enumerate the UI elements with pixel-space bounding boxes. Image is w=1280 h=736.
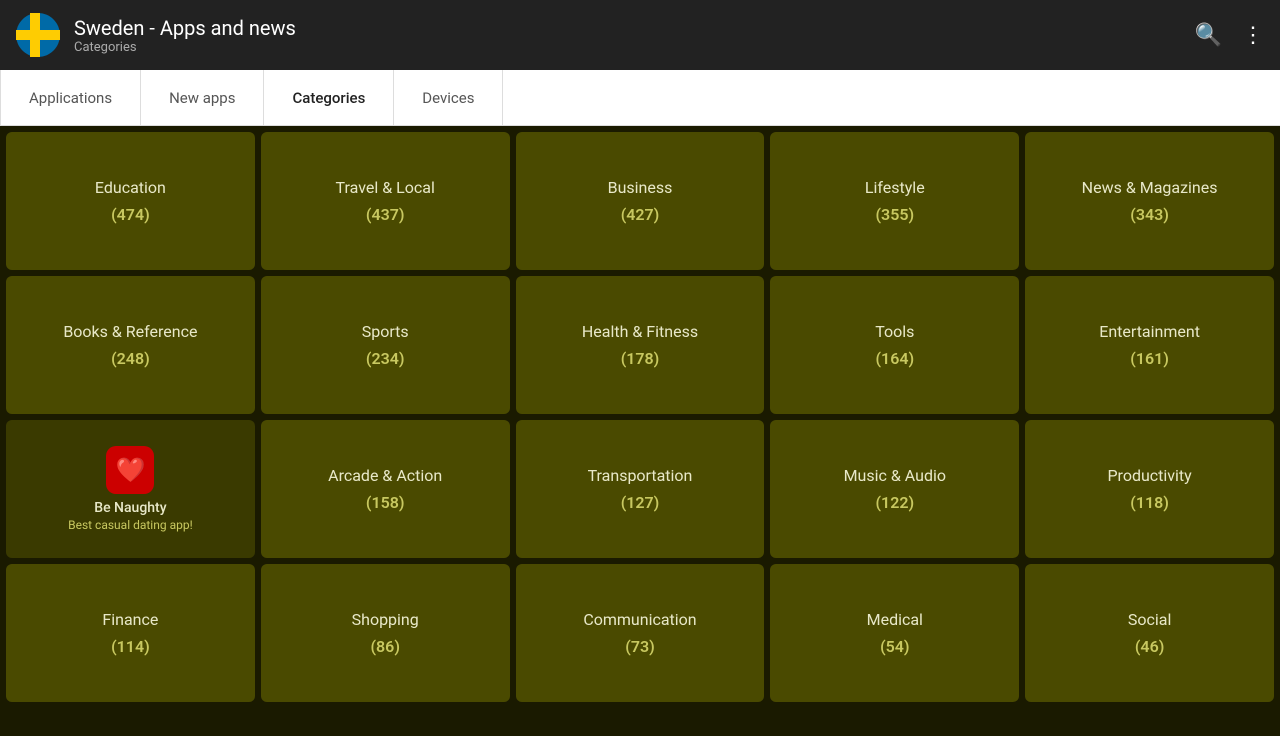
category-travel-local[interactable]: Travel & Local (437) xyxy=(261,132,510,270)
ad-app-icon: ❤️ xyxy=(106,446,154,494)
category-arcade-action[interactable]: Arcade & Action (158) xyxy=(261,420,510,558)
category-health-fitness[interactable]: Health & Fitness (178) xyxy=(516,276,765,414)
tab-categories[interactable]: Categories xyxy=(264,70,394,125)
category-communication[interactable]: Communication (73) xyxy=(516,564,765,702)
categories-grid: Education (474) Travel & Local (437) Bus… xyxy=(0,126,1280,736)
header-title: Sweden - Apps and news xyxy=(74,16,296,40)
category-medical[interactable]: Medical (54) xyxy=(770,564,1019,702)
category-music-audio[interactable]: Music & Audio (122) xyxy=(770,420,1019,558)
tab-new-apps[interactable]: New apps xyxy=(141,70,264,125)
ad-app-desc: Best casual dating app! xyxy=(68,518,193,532)
category-entertainment[interactable]: Entertainment (161) xyxy=(1025,276,1274,414)
category-transportation[interactable]: Transportation (127) xyxy=(516,420,765,558)
category-books-reference[interactable]: Books & Reference (248) xyxy=(6,276,255,414)
more-options-icon[interactable]: ⋮ xyxy=(1242,23,1264,48)
category-finance[interactable]: Finance (114) xyxy=(6,564,255,702)
tab-devices[interactable]: Devices xyxy=(394,70,503,125)
category-lifestyle[interactable]: Lifestyle (355) xyxy=(770,132,1019,270)
category-productivity[interactable]: Productivity (118) xyxy=(1025,420,1274,558)
ad-app-name: Be Naughty xyxy=(94,500,166,516)
header-right: 🔍 ⋮ xyxy=(1195,23,1264,48)
category-sports[interactable]: Sports (234) xyxy=(261,276,510,414)
header: Sweden - Apps and news Categories 🔍 ⋮ xyxy=(0,0,1280,70)
header-title-block: Sweden - Apps and news Categories xyxy=(74,16,296,55)
header-subtitle: Categories xyxy=(74,40,296,55)
sweden-flag-logo xyxy=(16,13,60,57)
ad-cell-be-naughty[interactable]: ❤️ Be Naughty Best casual dating app! xyxy=(6,420,255,558)
category-education[interactable]: Education (474) xyxy=(6,132,255,270)
category-news-magazines[interactable]: News & Magazines (343) xyxy=(1025,132,1274,270)
category-tools[interactable]: Tools (164) xyxy=(770,276,1019,414)
category-social[interactable]: Social (46) xyxy=(1025,564,1274,702)
nav-tabs: Applications New apps Categories Devices xyxy=(0,70,1280,126)
tab-applications[interactable]: Applications xyxy=(0,70,141,125)
search-icon[interactable]: 🔍 xyxy=(1195,23,1222,48)
category-shopping[interactable]: Shopping (86) xyxy=(261,564,510,702)
category-business[interactable]: Business (427) xyxy=(516,132,765,270)
header-left: Sweden - Apps and news Categories xyxy=(16,13,296,57)
